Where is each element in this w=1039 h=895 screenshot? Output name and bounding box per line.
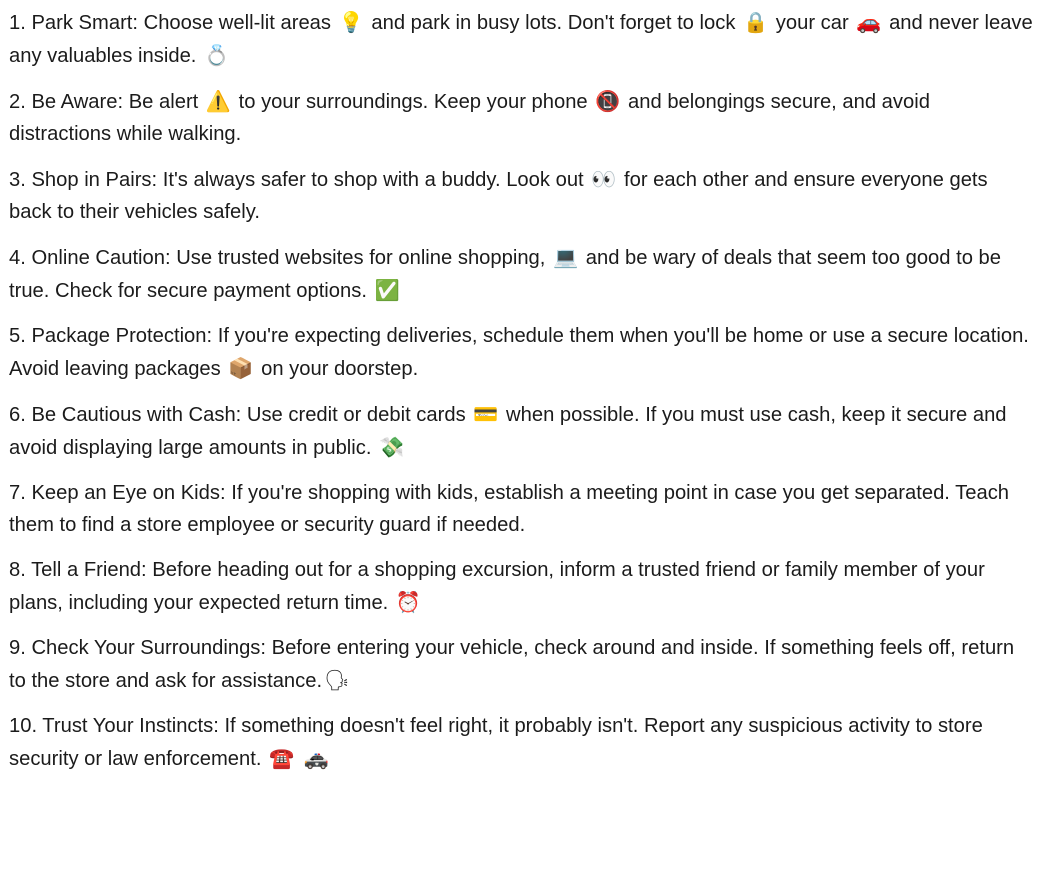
tip-text: 10. Trust Your Instincts: If something d…	[9, 715, 983, 770]
tip-text: 8. Tell a Friend: Before heading out for…	[9, 559, 985, 614]
check-mark-icon: ✅	[374, 278, 400, 302]
alarm-clock-icon: ⏰	[395, 590, 422, 614]
tip-text: 5. Package Protection: If you're expecti…	[9, 325, 1029, 380]
ring-icon: 💍	[204, 43, 230, 67]
tip-item-2: 2. Be Aware: Be alert ⚠️ to your surroun…	[9, 85, 1033, 150]
warning-icon: ⚠️	[205, 89, 232, 113]
tip-item-5: 5. Package Protection: If you're expecti…	[9, 320, 1033, 385]
light-bulb-icon: 💡	[338, 10, 364, 34]
lock-icon: 🔒	[743, 10, 769, 34]
tip-text: 1. Park Smart: Choose well-lit areas	[9, 12, 337, 34]
tip-text: 2. Be Aware: Be alert	[9, 91, 204, 113]
police-car-icon: 🚓	[303, 746, 329, 770]
tip-item-7: 7. Keep an Eye on Kids: If you're shoppi…	[9, 477, 1033, 541]
tip-text: 9. Check Your Surroundings: Before enter…	[9, 637, 1015, 692]
tip-text: on your doorstep.	[255, 358, 419, 380]
tip-text: 7. Keep an Eye on Kids: If you're shoppi…	[9, 482, 1010, 536]
credit-card-icon: 💳	[473, 402, 499, 426]
tip-text: 6. Be Cautious with Cash: Use credit or …	[9, 404, 472, 426]
tip-item-9: 9. Check Your Surroundings: Before enter…	[9, 632, 1033, 697]
telephone-icon: ☎️	[269, 746, 295, 770]
tip-item-1: 1. Park Smart: Choose well-lit areas 💡 a…	[9, 6, 1033, 72]
package-icon: 📦	[228, 356, 254, 380]
tip-item-10: 10. Trust Your Instincts: If something d…	[9, 710, 1033, 775]
tip-item-4: 4. Online Caution: Use trusted websites …	[9, 241, 1033, 307]
money-with-wings-icon: 💸	[379, 435, 405, 459]
tip-text: 4. Online Caution: Use trusted websites …	[9, 247, 552, 269]
safety-tips-list: 1. Park Smart: Choose well-lit areas 💡 a…	[9, 6, 1033, 788]
tip-text	[296, 748, 302, 770]
tip-text: to your surroundings. Keep your phone	[233, 91, 594, 113]
tip-item-3: 3. Shop in Pairs: It's always safer to s…	[9, 163, 1033, 228]
no-phones-icon: 📵	[595, 89, 621, 113]
tip-text: and park in busy lots. Don't forget to l…	[365, 12, 742, 34]
eyes-icon: 👀	[591, 167, 617, 191]
tip-item-8: 8. Tell a Friend: Before heading out for…	[9, 554, 1033, 619]
tip-text: your car	[770, 12, 855, 34]
laptop-icon: 💻	[553, 245, 579, 269]
tip-text: 3. Shop in Pairs: It's always safer to s…	[9, 169, 590, 191]
speaking-head-icon: 🗣	[324, 668, 350, 692]
tip-item-6: 6. Be Cautious with Cash: Use credit or …	[9, 398, 1033, 464]
car-icon: 🚗	[856, 10, 882, 34]
